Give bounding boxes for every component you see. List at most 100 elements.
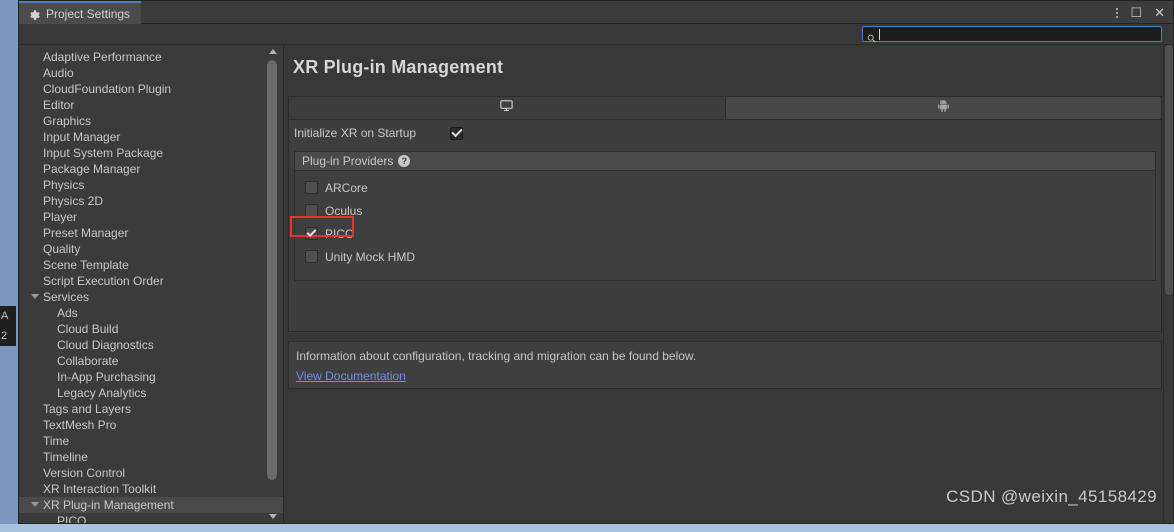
window-controls: ☐ ✕ xyxy=(1116,1,1165,24)
sidebar-item-physics[interactable]: Physics xyxy=(19,177,283,193)
platform-tab-strip xyxy=(288,96,1162,120)
sidebar-item-timeline[interactable]: Timeline xyxy=(19,449,283,465)
sidebar-item-label: Time xyxy=(43,434,70,448)
sidebar-item-input-system-package[interactable]: Input System Package xyxy=(19,145,283,161)
sidebar-item-label: Ads xyxy=(57,306,78,320)
sidebar-item-xr-interaction-toolkit[interactable]: XR Interaction Toolkit xyxy=(19,481,283,497)
sidebar-item-input-manager[interactable]: Input Manager xyxy=(19,129,283,145)
backdrop-bottom-bar xyxy=(0,524,1174,532)
sidebar-item-in-app-purchasing[interactable]: In-App Purchasing xyxy=(19,369,283,385)
initialize-xr-row: Initialize XR on Startup xyxy=(289,120,1161,146)
tab-android[interactable] xyxy=(725,97,1161,119)
provider-checkbox-unity-mock-hmd[interactable] xyxy=(305,250,318,263)
kebab-menu-icon[interactable] xyxy=(1116,7,1119,18)
sidebar-item-label: In-App Purchasing xyxy=(57,370,156,384)
sidebar-item-collaborate[interactable]: Collaborate xyxy=(19,353,283,369)
sidebar-item-label: Physics 2D xyxy=(43,194,104,208)
sidebar-item-package-manager[interactable]: Package Manager xyxy=(19,161,283,177)
tab-project-settings[interactable]: Project Settings xyxy=(19,1,141,24)
sidebar-item-legacy-analytics[interactable]: Legacy Analytics xyxy=(19,385,283,401)
sidebar-item-scene-template[interactable]: Scene Template xyxy=(19,257,283,273)
sidebar-item-ads[interactable]: Ads xyxy=(19,305,283,321)
sidebar-item-label: Preset Manager xyxy=(43,226,129,240)
maximize-icon[interactable]: ☐ xyxy=(1130,6,1142,19)
sidebar-scrollbar[interactable] xyxy=(266,49,279,519)
chevron-down-icon[interactable] xyxy=(31,294,39,299)
sidebar-item-preset-manager[interactable]: Preset Manager xyxy=(19,225,283,241)
scroll-down-arrow-icon[interactable] xyxy=(269,514,277,519)
main-scrollbar-thumb[interactable] xyxy=(1165,45,1173,295)
help-question-icon[interactable]: ? xyxy=(398,155,411,167)
watermark: CSDN @weixin_45158429 xyxy=(946,487,1157,506)
sidebar-item-xr-plug-in-management[interactable]: XR Plug-in Management xyxy=(19,497,283,513)
tab-standalone[interactable] xyxy=(289,97,726,119)
sidebar-item-label: XR Plug-in Management xyxy=(43,498,174,512)
initialize-xr-label: Initialize XR on Startup xyxy=(294,126,417,140)
search-row xyxy=(19,24,1173,45)
sidebar-item-physics-2d[interactable]: Physics 2D xyxy=(19,193,283,209)
sidebar-item-label: Adaptive Performance xyxy=(43,50,162,64)
provider-checkbox-oculus[interactable] xyxy=(305,204,318,217)
sidebar-item-label: Physics xyxy=(43,178,85,192)
plugin-providers-label: Plug-in Providers xyxy=(302,154,394,168)
sidebar-item-audio[interactable]: Audio xyxy=(19,65,283,81)
provider-row[interactable]: PICO xyxy=(305,222,1155,245)
backdrop-fragment-b: 2 xyxy=(1,330,8,342)
search-icon xyxy=(867,30,876,43)
project-settings-window: Project Settings ☐ ✕ Adaptive Performanc… xyxy=(18,0,1174,524)
sidebar-item-version-control[interactable]: Version Control xyxy=(19,465,283,481)
close-icon[interactable]: ✕ xyxy=(1154,6,1165,19)
sidebar-item-label: Player xyxy=(43,210,78,224)
sidebar-item-label: Legacy Analytics xyxy=(57,386,147,400)
sidebar-item-label: Graphics xyxy=(43,114,92,128)
android-robot-icon xyxy=(936,98,951,118)
gear-icon xyxy=(28,8,40,20)
sidebar-item-label: Scene Template xyxy=(43,258,129,272)
sidebar-item-player[interactable]: Player xyxy=(19,209,283,225)
sidebar-item-services[interactable]: Services xyxy=(19,289,283,305)
sidebar-item-label: Input System Package xyxy=(43,146,164,160)
provider-row[interactable]: Unity Mock HMD xyxy=(305,245,1155,268)
provider-checkbox-pico[interactable] xyxy=(305,227,318,240)
provider-row[interactable]: ARCore xyxy=(305,176,1155,199)
view-documentation-link[interactable]: View Documentation xyxy=(296,369,406,383)
window-titlebar: Project Settings ☐ ✕ xyxy=(19,1,1173,24)
sidebar-item-editor[interactable]: Editor xyxy=(19,97,283,113)
sidebar-item-cloud-build[interactable]: Cloud Build xyxy=(19,321,283,337)
initialize-xr-checkbox[interactable] xyxy=(450,126,463,140)
settings-category-list: Adaptive Performance Audio CloudFoundation… xyxy=(19,45,283,523)
sidebar-item-label: Cloud Build xyxy=(57,322,119,336)
sidebar-item-quality[interactable]: Quality xyxy=(19,241,283,257)
sidebar-item-script-execution-order[interactable]: Script Execution Order xyxy=(19,273,283,289)
tab-project-settings-label: Project Settings xyxy=(46,6,131,21)
xr-settings-panel: XR Plug-in Management Initialize XR on S… xyxy=(284,45,1173,523)
sidebar-scrollbar-thumb[interactable] xyxy=(267,60,277,480)
scroll-up-arrow-icon[interactable] xyxy=(269,49,277,54)
plugin-providers-box: Plug-in Providers ? ARCore Oculus PICO Unit… xyxy=(290,151,1156,281)
sidebar-item-label: TextMesh Pro xyxy=(43,418,117,432)
sidebar-item-textmesh-pro[interactable]: TextMesh Pro xyxy=(19,417,283,433)
sidebar-item-time[interactable]: Time xyxy=(19,433,283,449)
info-text: Information about configuration, trackin… xyxy=(296,349,697,363)
window-body: Adaptive Performance Audio CloudFoundation… xyxy=(19,45,1173,523)
search-input[interactable] xyxy=(879,27,1157,41)
sidebar-item-adaptive-performance[interactable]: Adaptive Performance xyxy=(19,49,283,65)
sidebar-item-label: Audio xyxy=(43,66,74,80)
sidebar-item-cloud-diagnostics[interactable]: Cloud Diagnostics xyxy=(19,337,283,353)
search-box[interactable] xyxy=(862,26,1162,43)
provider-label: ARCore xyxy=(325,180,368,195)
sidebar-item-label: Services xyxy=(43,290,90,304)
plugin-providers-list: ARCore Oculus PICO Unity Mock HMD xyxy=(290,171,1155,268)
xr-settings-container: Initialize XR on Startup Plug-in Provide… xyxy=(288,120,1162,332)
sidebar-item-tags-and-layers[interactable]: Tags and Layers xyxy=(19,401,283,417)
chevron-down-icon[interactable] xyxy=(31,502,39,507)
main-scrollbar[interactable] xyxy=(1163,45,1173,523)
sidebar-item-label: Timeline xyxy=(43,450,88,464)
sidebar-item-graphics[interactable]: Graphics xyxy=(19,113,283,129)
provider-checkbox-arcore[interactable] xyxy=(305,181,318,194)
sidebar-item-label: Package Manager xyxy=(43,162,141,176)
sidebar-item-cloudfoundation-plugin[interactable]: CloudFoundation Plugin xyxy=(19,81,283,97)
sidebar-item-label: Version Control xyxy=(43,466,126,480)
sidebar-item-pico[interactable]: PICO xyxy=(19,513,283,523)
provider-row[interactable]: Oculus xyxy=(305,199,1155,222)
